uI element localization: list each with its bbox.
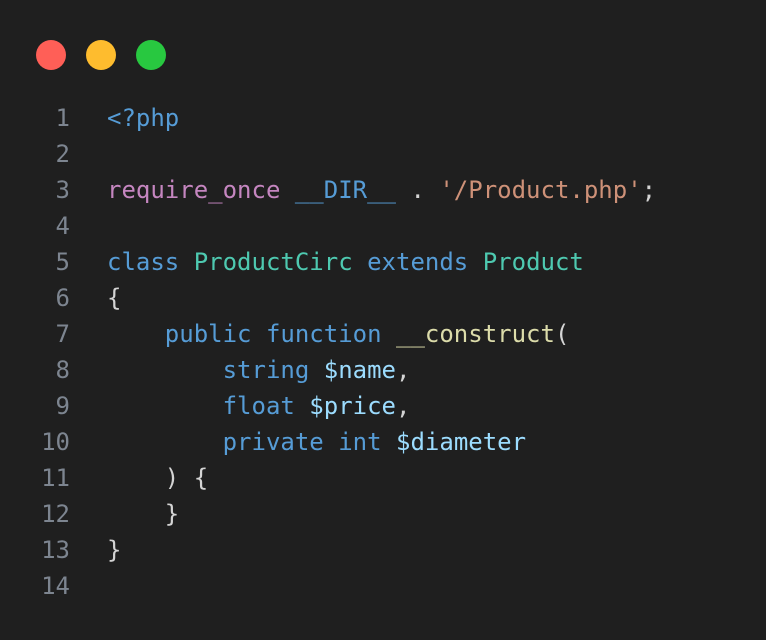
code-token: ( [554,320,570,348]
line-number: 14 [41,572,70,600]
code-token: public [164,320,252,348]
line-number: 8 [55,356,70,384]
code-line: 13} [0,532,766,568]
code-text: } [107,536,121,564]
window-controls [36,40,166,70]
code-token: $diameter [396,428,527,456]
code-line: 4 [0,208,766,244]
code-token: ; [641,176,657,204]
code-token: extends [367,248,469,276]
code-text: { [107,284,121,312]
line-number: 13 [41,536,70,564]
code-line: 14 [0,568,766,604]
code-text: private int $diameter [107,428,526,456]
code-token: . [396,176,440,204]
line-number: 3 [55,176,70,204]
code-token: Product [482,248,584,276]
code-line: 1 <?php [0,100,766,136]
code-token: ) { [164,464,209,492]
line-number: 12 [41,500,70,528]
line-number: 11 [41,464,70,492]
code-line: 12 } [0,496,766,532]
code-token: $name [323,356,396,384]
line-number: 1 [55,104,70,132]
code-token: private [222,428,324,456]
code-token: $price [309,392,396,420]
code-text: require_once __DIR__ . '/Product.php'; [107,176,656,204]
code-text: } [107,500,179,528]
code-line: 7 public function __construct( [0,316,766,352]
code-token: class [107,248,180,276]
code-token: int [338,428,382,456]
code-line: 10 private int $diameter [0,424,766,460]
close-button[interactable] [36,40,66,70]
code-text: ) { [107,464,208,492]
code-line: 6{ [0,280,766,316]
code-token: { [107,284,122,312]
code-token: } [107,536,122,564]
code-token: __DIR__ [294,176,396,204]
code-window: 1 <?php 2 3 require_once __DIR__ . '/Product… [0,0,766,640]
code-text: <?php [107,104,179,132]
code-token: '/Product.php' [439,176,642,204]
code-line: 8 string $name, [0,352,766,388]
code-token: , [396,356,411,384]
code-line: 11 ) { [0,460,766,496]
minimize-button[interactable] [86,40,116,70]
code-token: require_once [107,176,281,204]
code-line: 9 float $price, [0,388,766,424]
code-token: <?php [107,104,180,132]
code-text: class ProductCirc extends Product [107,248,584,276]
code-line: 2 [0,136,766,172]
line-number: 7 [55,320,70,348]
code-line: 5 class ProductCirc extends Product [0,244,766,280]
line-number: 2 [55,140,70,168]
line-number: 4 [55,212,70,240]
code-text: float $price, [107,392,411,420]
maximize-button[interactable] [136,40,166,70]
code-line: 3 require_once __DIR__ . '/Product.php'; [0,172,766,208]
code-token: , [396,392,411,420]
code-token: ProductCirc [193,248,353,276]
code-token: function [265,320,382,348]
code-token: __construct [396,320,555,348]
line-number: 6 [55,284,70,312]
code-text: string $name, [107,356,411,384]
code-token: string [222,356,310,384]
code-text: public function __construct( [107,320,570,348]
code-token: float [222,392,295,420]
line-number: 5 [55,248,70,276]
code-token: } [164,500,180,528]
line-number: 9 [55,392,70,420]
line-number: 10 [41,428,70,456]
code-editor[interactable]: 1 <?php 2 3 require_once __DIR__ . '/Product… [0,100,766,604]
